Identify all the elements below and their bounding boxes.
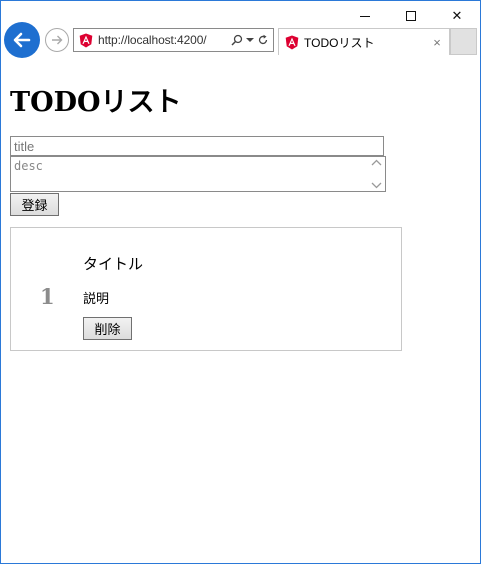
browser-window: ✕ http://localhost:4200/ TODOリスト × TODOリ…	[0, 0, 481, 564]
angular-favicon-icon	[285, 35, 299, 49]
window-caption-buttons: ✕	[342, 1, 480, 31]
scroll-up-icon[interactable]	[371, 159, 382, 166]
angular-favicon-icon	[79, 33, 93, 47]
delete-button[interactable]: 削除	[83, 317, 132, 340]
address-tools	[231, 34, 273, 46]
tab-close-icon[interactable]: ×	[429, 35, 445, 50]
todo-desc: 説明	[83, 291, 110, 306]
minimize-icon	[360, 15, 370, 17]
refresh-icon[interactable]	[257, 34, 269, 46]
todo-number: 1	[40, 284, 55, 309]
dropdown-arrow-icon[interactable]	[246, 37, 254, 43]
scroll-down-icon[interactable]	[371, 182, 382, 189]
tab-title: TODOリスト	[304, 35, 375, 50]
new-tab-button[interactable]	[450, 28, 477, 55]
desc-textarea[interactable]	[10, 156, 386, 192]
address-bar[interactable]: http://localhost:4200/	[73, 28, 274, 52]
url-text[interactable]: http://localhost:4200/	[98, 33, 231, 47]
browser-tab[interactable]: TODOリスト ×	[278, 28, 450, 55]
register-button[interactable]: 登録	[10, 193, 59, 216]
title-input[interactable]	[10, 136, 384, 156]
close-icon: ✕	[451, 8, 463, 24]
forward-button[interactable]	[45, 28, 69, 52]
close-window-button[interactable]: ✕	[434, 1, 480, 31]
back-button[interactable]	[4, 22, 40, 58]
textarea-scrollbar[interactable]	[368, 157, 385, 191]
minimize-button[interactable]	[342, 1, 388, 31]
todo-title: タイトル	[83, 256, 144, 273]
todo-item: 1 タイトル 説明 削除	[10, 227, 402, 351]
maximize-button[interactable]	[388, 1, 434, 31]
back-arrow-icon	[13, 32, 31, 48]
forward-arrow-icon	[52, 35, 63, 45]
page-title: TODOリスト	[10, 87, 182, 118]
maximize-icon	[406, 11, 416, 21]
search-icon[interactable]	[231, 34, 243, 46]
